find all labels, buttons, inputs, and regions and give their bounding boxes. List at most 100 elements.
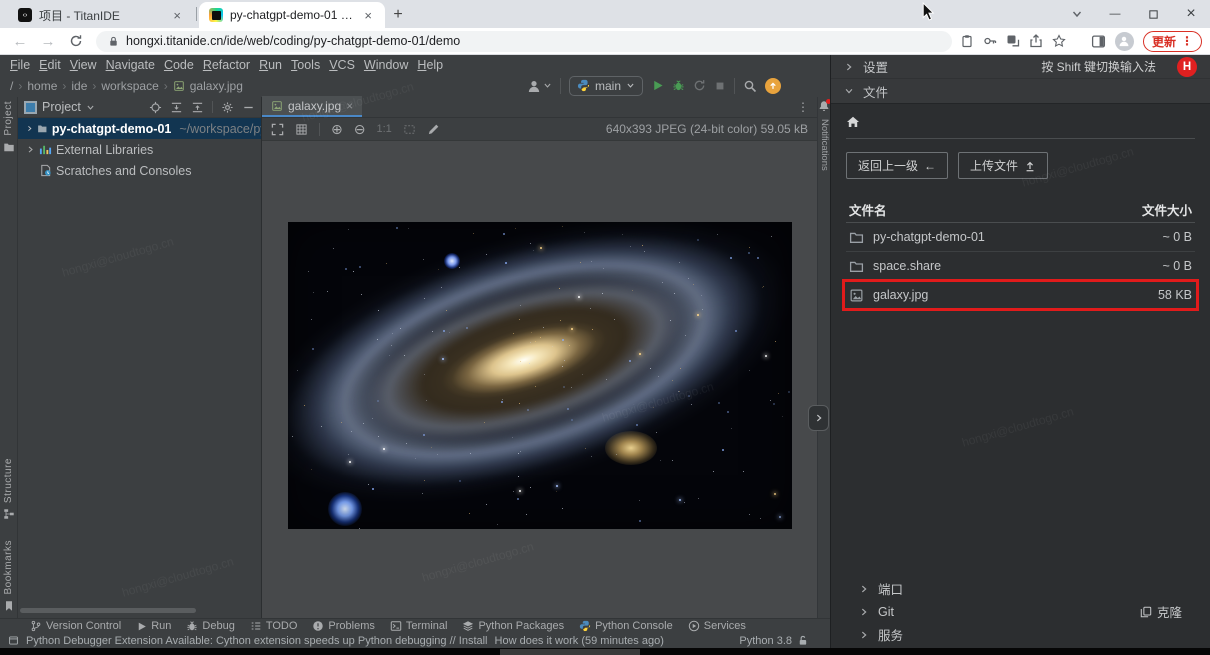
toolwindow-python-packages[interactable]: Python Packages <box>462 620 564 632</box>
screen: ‹› 项目 - TitanIDE × py-chatgpt-demo-01 - … <box>0 0 1210 655</box>
maximize-button[interactable] <box>1134 0 1172 28</box>
upload-file-button[interactable]: 上传文件 <box>958 152 1048 179</box>
menu-tools[interactable]: Tools <box>291 58 320 72</box>
expand-panel-chevron[interactable] <box>808 405 829 431</box>
collapse-all-icon[interactable] <box>191 101 204 114</box>
stripe-structure-tab[interactable]: Structure <box>3 458 15 520</box>
services-section-header[interactable]: 服务 <box>846 623 1195 646</box>
status-message[interactable]: Python Debugger Extension Available: Cyt… <box>26 635 488 647</box>
profiler-button[interactable] <box>693 79 706 92</box>
user-avatar[interactable]: H <box>1177 57 1197 77</box>
stripe-project-tab[interactable]: Project <box>3 101 15 153</box>
go-up-button[interactable]: 返回上一级 ← <box>846 152 948 179</box>
toolwindow-problems[interactable]: Problems <box>312 620 374 632</box>
files-section-header[interactable]: 文件 <box>831 79 1210 103</box>
status-message-link[interactable]: How does it work (59 minutes ago) <box>495 635 664 647</box>
tab-close-icon[interactable]: × <box>361 8 375 23</box>
clipboard-icon[interactable] <box>960 34 974 48</box>
search-everywhere-icon[interactable] <box>743 79 757 93</box>
share-icon[interactable] <box>1029 34 1043 48</box>
chrome-update-button[interactable]: 更新 ⋮ <box>1143 31 1202 52</box>
menu-refactor[interactable]: Refactor <box>203 58 250 72</box>
toolwindow-terminal[interactable]: Terminal <box>390 620 448 632</box>
menu-vcs[interactable]: VCS <box>329 58 355 72</box>
settings-gear-icon[interactable] <box>221 101 234 114</box>
crumb-file[interactable]: galaxy.jpg <box>190 79 243 93</box>
menu-file[interactable]: File <box>10 58 30 72</box>
zoom-out-icon[interactable]: ⊖ <box>354 121 366 138</box>
back-icon[interactable]: ← <box>8 29 32 53</box>
file-row-folder-2[interactable]: space.share ~ 0 B <box>846 252 1195 281</box>
toolwindow-services[interactable]: Services <box>688 620 746 632</box>
tab-close-icon[interactable]: × <box>170 8 184 23</box>
tab-search-icon[interactable] <box>1058 0 1096 28</box>
stripe-bookmarks-tab[interactable]: Bookmarks <box>3 540 15 612</box>
minimize-button[interactable]: — <box>1096 0 1134 28</box>
tree-item-scratches[interactable]: Scratches and Consoles <box>18 160 261 181</box>
forward-icon[interactable]: ← <box>36 29 60 53</box>
crumb-root[interactable]: / <box>10 79 13 93</box>
crumb-ide[interactable]: ide <box>71 79 87 93</box>
horizontal-scrollbar[interactable] <box>20 608 196 613</box>
run-button[interactable] <box>651 79 664 92</box>
crumb-home[interactable]: home <box>27 79 57 93</box>
tree-item-external-libraries[interactable]: External Libraries <box>18 139 261 160</box>
debug-button[interactable] <box>672 79 685 92</box>
notifications-stripe: Notifications <box>817 97 830 618</box>
actual-size-button[interactable]: 1:1 <box>376 123 391 135</box>
tree-item-project-root[interactable]: py-chatgpt-demo-01 ~/workspace/py-cl <box>18 118 261 139</box>
notifications-label[interactable]: Notifications <box>819 119 830 171</box>
toolwindow-run[interactable]: Run <box>136 620 171 632</box>
translate-icon[interactable] <box>1006 34 1020 48</box>
new-tab-button[interactable]: + <box>385 2 411 28</box>
file-row-galaxy-highlighted[interactable]: galaxy.jpg 58 KB <box>846 281 1195 310</box>
menu-window[interactable]: Window <box>364 58 408 72</box>
chrome-profile-avatar[interactable] <box>1115 32 1134 51</box>
stop-button[interactable] <box>714 80 726 92</box>
menu-code[interactable]: Code <box>164 58 194 72</box>
url-field[interactable]: hongxi.titanide.cn/ide/web/coding/py-cha… <box>96 31 952 52</box>
notifications-bell-icon[interactable] <box>818 100 830 112</box>
show-grid-icon[interactable] <box>295 123 308 136</box>
toolwindow-version-control[interactable]: Version Control <box>30 620 121 632</box>
fit-to-window-icon[interactable] <box>271 123 284 136</box>
python-interpreter-widget[interactable]: Python 3.8 <box>739 635 792 647</box>
hide-panel-icon[interactable] <box>242 101 255 114</box>
run-config-select[interactable]: main <box>569 76 643 96</box>
editor-options-kebab-icon[interactable]: ⋮ <box>797 100 817 114</box>
menu-run[interactable]: Run <box>259 58 282 72</box>
menu-edit[interactable]: Edit <box>39 58 61 72</box>
reload-icon[interactable] <box>64 29 88 53</box>
browser-menu-kebab-icon[interactable]: ⋮ <box>1181 34 1193 48</box>
titanide-logo-icon[interactable] <box>789 78 804 93</box>
project-panel-title[interactable]: Project <box>42 100 81 114</box>
crumb-workspace[interactable]: workspace <box>101 79 158 93</box>
zoom-in-icon[interactable]: ⊕ <box>331 121 343 138</box>
password-key-icon[interactable] <box>983 34 997 48</box>
side-panel-icon[interactable] <box>1091 34 1106 49</box>
user-widget[interactable] <box>527 79 552 93</box>
menu-view[interactable]: View <box>70 58 97 72</box>
file-row-folder-1[interactable]: py-chatgpt-demo-01 ~ 0 B <box>846 223 1195 252</box>
ide-update-icon[interactable] <box>765 78 781 94</box>
toolwindow-debug[interactable]: Debug <box>186 620 234 632</box>
close-window-button[interactable]: × <box>1172 0 1210 28</box>
editor-tab-galaxy[interactable]: galaxy.jpg × <box>262 96 362 117</box>
bookmark-star-icon[interactable] <box>1052 34 1066 48</box>
ports-section-header[interactable]: 端口 <box>846 577 1195 600</box>
menu-help[interactable]: Help <box>417 58 443 72</box>
locate-file-icon[interactable] <box>149 101 162 114</box>
menu-navigate[interactable]: Navigate <box>106 58 155 72</box>
home-icon[interactable] <box>846 115 1195 129</box>
toolwindow-todo[interactable]: TODO <box>250 620 298 632</box>
tab-close-icon[interactable]: × <box>346 99 353 113</box>
expand-all-icon[interactable] <box>170 101 183 114</box>
toolwindow-python-console[interactable]: Python Console <box>579 620 673 632</box>
settings-section-header[interactable]: 设置 按 Shift 键切换输入法 H <box>831 55 1210 79</box>
fit-zoom-icon[interactable] <box>403 123 416 136</box>
browser-tab-1[interactable]: ‹› 项目 - TitanIDE × <box>8 2 194 28</box>
browser-tab-2-active[interactable]: py-chatgpt-demo-01 - TitanID × <box>199 2 385 28</box>
clone-button[interactable]: 克隆 <box>1140 602 1182 621</box>
git-section-header[interactable]: Git 克隆 <box>846 600 1195 623</box>
edit-externally-icon[interactable] <box>427 123 440 136</box>
